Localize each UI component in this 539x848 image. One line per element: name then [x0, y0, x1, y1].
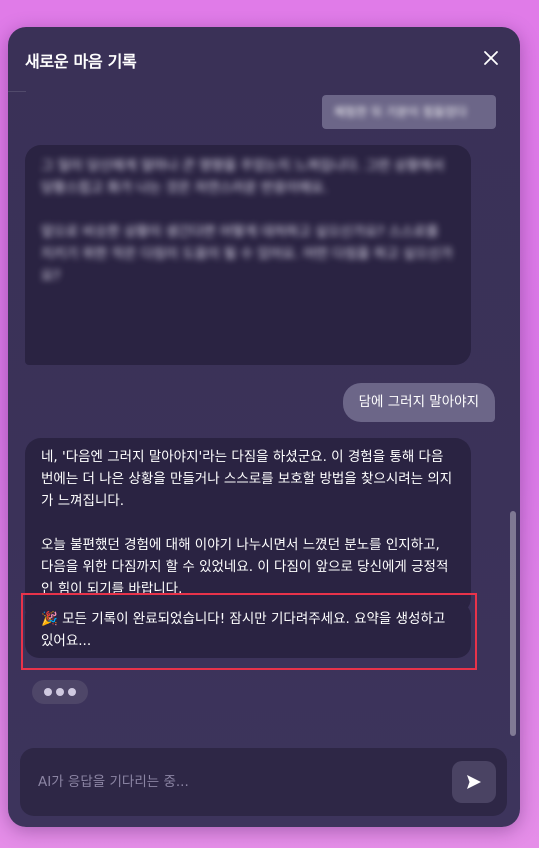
send-button[interactable]: [452, 761, 496, 803]
header-divider: [8, 91, 26, 92]
user-message-1: 체험한 뒤 기분이 힘들었다: [322, 95, 496, 129]
message-input[interactable]: [38, 770, 438, 794]
modal-header: 새로운 마음 기록: [8, 27, 520, 93]
typing-dot: [56, 688, 64, 696]
typing-indicator: [32, 680, 88, 704]
send-icon: [467, 775, 481, 789]
scrollbar-thumb[interactable]: [510, 511, 516, 736]
close-icon: [484, 51, 498, 65]
message-composer: [20, 748, 507, 816]
typing-dot: [44, 688, 52, 696]
typing-dot: [68, 688, 76, 696]
highlight-box: [21, 593, 477, 670]
chat-scrollbar[interactable]: [510, 93, 516, 738]
modal-title: 새로운 마음 기록: [25, 52, 137, 71]
chat-modal: 새로운 마음 기록 체험한 뒤 기분이 힘들었다 그 일이 당신에게 얼마나 큰…: [8, 27, 520, 827]
user-message-2: 담에 그러지 말아야지: [342, 383, 495, 422]
ai-message-1: 그 일이 당신에게 얼마나 큰 영향을 주었는지 느껴집니다. 그런 상황에서 …: [25, 145, 471, 365]
ai-message-2: 네, '다음엔 그러지 말아야지'라는 다짐을 하셨군요. 이 경험을 통해 다…: [25, 438, 471, 614]
close-button[interactable]: [482, 49, 500, 67]
